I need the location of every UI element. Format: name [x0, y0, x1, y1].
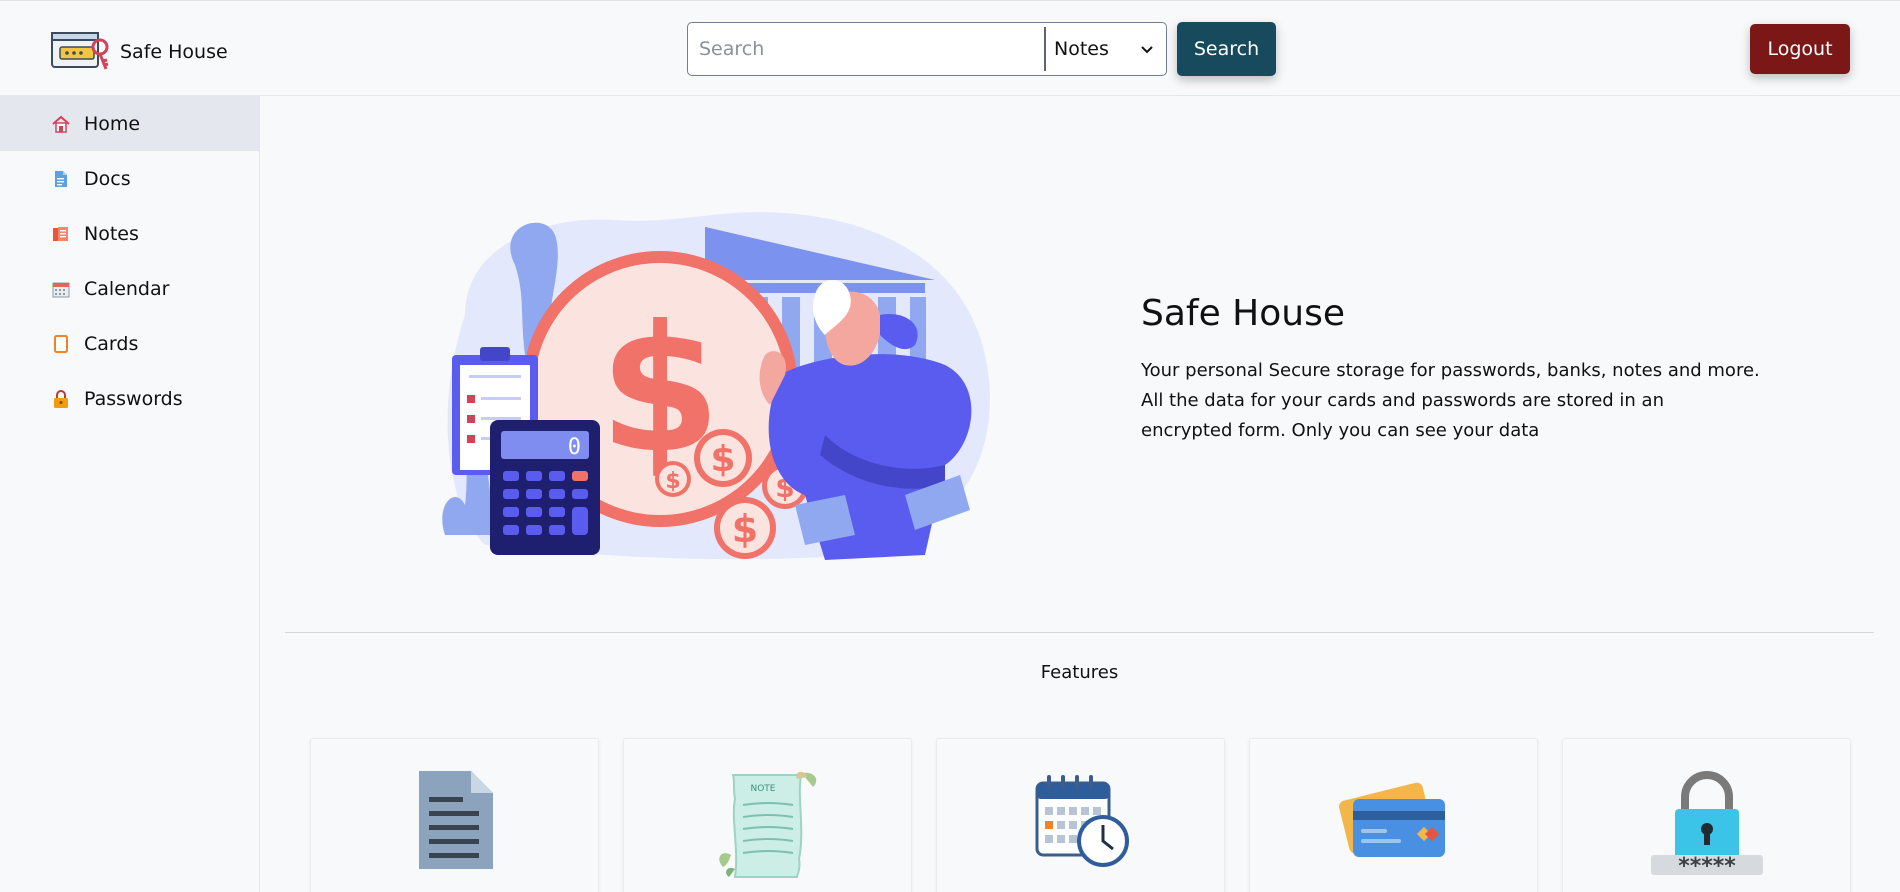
features-heading: Features	[1040, 662, 1119, 683]
note-label: NOTE	[750, 784, 775, 794]
chevron-down-icon	[1140, 38, 1154, 60]
sidebar-item-label: Cards	[84, 332, 139, 355]
safe-house-logo-icon	[50, 27, 114, 77]
home-icon	[52, 115, 70, 133]
sidebar-item-label: Docs	[84, 167, 131, 190]
sidebar-item-notes[interactable]: Notes	[0, 206, 259, 261]
credit-card-icon	[1338, 769, 1449, 892]
sidebar-item-label: Passwords	[84, 387, 183, 410]
sidebar-item-passwords[interactable]: Passwords	[0, 371, 259, 426]
sidebar-item-label: Notes	[84, 222, 139, 245]
feature-card-cards[interactable]	[1249, 738, 1538, 892]
password-lock-icon: *****	[1649, 769, 1765, 892]
feature-card-passwords[interactable]: *****	[1562, 738, 1851, 892]
document-icon	[415, 769, 495, 892]
sidebar-item-label: Calendar	[84, 277, 170, 300]
features-grid: NOTE *****	[310, 738, 1851, 892]
search-button[interactable]: Search	[1177, 22, 1276, 76]
calculator-display: 0	[568, 435, 581, 460]
notes-icon	[52, 225, 70, 243]
docs-icon	[52, 170, 70, 188]
hero-section: Safe House Your personal Secure storage …	[1141, 293, 1761, 446]
sidebar-item-cards[interactable]: Cards	[0, 316, 259, 371]
search-input[interactable]	[688, 23, 1044, 75]
feature-card-docs[interactable]	[310, 738, 599, 892]
sidebar-item-home[interactable]: Home	[0, 96, 259, 151]
category-select[interactable]: Notes	[1046, 23, 1166, 75]
top-navbar: Safe House Notes Search Logout	[0, 0, 1900, 96]
calendar-clock-icon	[1031, 769, 1131, 892]
calendar-icon	[52, 280, 70, 298]
svg-text:$: $	[665, 469, 680, 494]
feature-card-notes[interactable]: NOTE	[623, 738, 912, 892]
lock-icon	[52, 389, 70, 408]
sidebar: Home Docs Notes Calendar Cards Passwords	[0, 96, 260, 892]
svg-text:$: $	[710, 439, 735, 480]
feature-card-calendar[interactable]	[936, 738, 1225, 892]
section-divider	[285, 632, 1874, 633]
finance-illustration: $ 0 $ $ $ $	[425, 205, 995, 565]
search-group: Notes	[687, 22, 1167, 76]
cards-icon	[52, 334, 70, 353]
brand-name: Safe House	[120, 41, 228, 63]
hero-description: Your personal Secure storage for passwor…	[1141, 360, 1760, 441]
sidebar-item-label: Home	[84, 112, 141, 135]
brand[interactable]: Safe House	[50, 27, 228, 77]
sidebar-item-docs[interactable]: Docs	[0, 151, 259, 206]
note-icon: NOTE	[713, 769, 823, 892]
svg-text:$: $	[732, 507, 758, 551]
hero-title: Safe House	[1141, 293, 1345, 334]
sidebar-item-calendar[interactable]: Calendar	[0, 261, 259, 316]
password-mask: *****	[1678, 854, 1736, 877]
category-selected-value: Notes	[1054, 38, 1109, 60]
logout-button[interactable]: Logout	[1750, 24, 1850, 74]
